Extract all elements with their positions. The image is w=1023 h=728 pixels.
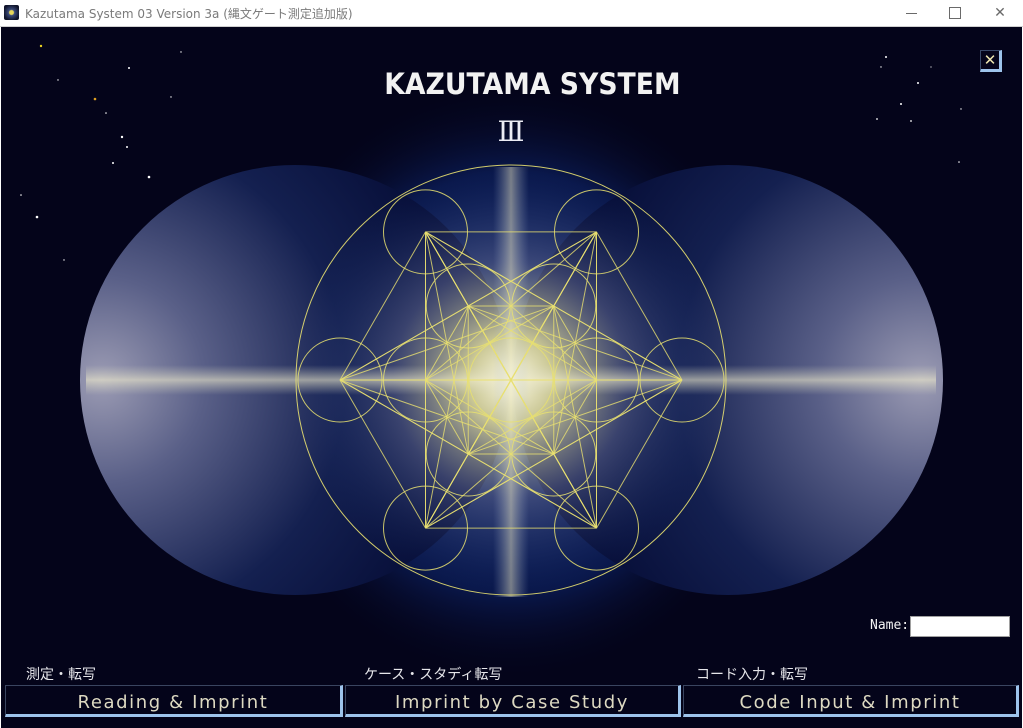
star [128,67,130,69]
main-panel: KAZUTAMA SYSTEM Ⅲ ✕ Name: 測定・転写 ケース・スタディ… [1,27,1022,728]
close-icon: ✕ [994,5,1006,21]
star [170,96,172,98]
star [930,66,932,68]
star [93,97,97,101]
code-input-imprint-button[interactable]: Code Input & Imprint [683,685,1019,717]
name-input[interactable] [910,616,1010,637]
title-bar: Kazutama System 03 Version 3a (縄文ゲート測定追加… [0,0,1023,27]
star [57,79,59,81]
section-label-code-input: コード入力・転写 [696,667,808,683]
minimize-button[interactable] [888,0,934,26]
name-label: Name: [870,618,910,633]
star [876,118,878,120]
star [147,175,151,179]
star [20,194,22,196]
star [910,120,912,122]
app-logo: KAZUTAMA SYSTEM [384,67,681,101]
star [39,44,43,48]
app-close-button[interactable]: ✕ [980,50,1002,72]
star [120,135,124,139]
star [126,146,128,148]
close-icon: ✕ [983,51,997,69]
star [105,112,107,114]
minimize-icon [905,12,917,14]
star [35,215,39,219]
window-title: Kazutama System 03 Version 3a (縄文ゲート測定追加… [25,7,353,21]
star [880,66,882,68]
star [958,161,960,163]
star [112,162,114,164]
star [885,56,887,58]
maximize-icon [949,7,961,19]
app-icon [4,5,19,20]
star [63,259,65,261]
star [180,51,182,53]
section-label-reading: 測定・転写 [26,667,96,683]
window-close-button[interactable]: ✕ [977,0,1023,26]
maximize-button[interactable] [932,0,978,26]
section-label-case-study: ケース・スタディ転写 [364,667,503,683]
star [917,82,919,84]
star [900,103,902,105]
imprint-case-study-button[interactable]: Imprint by Case Study [345,685,681,717]
version-numeral: Ⅲ [497,115,525,148]
reading-imprint-button[interactable]: Reading & Imprint [5,685,343,717]
star [960,108,962,110]
